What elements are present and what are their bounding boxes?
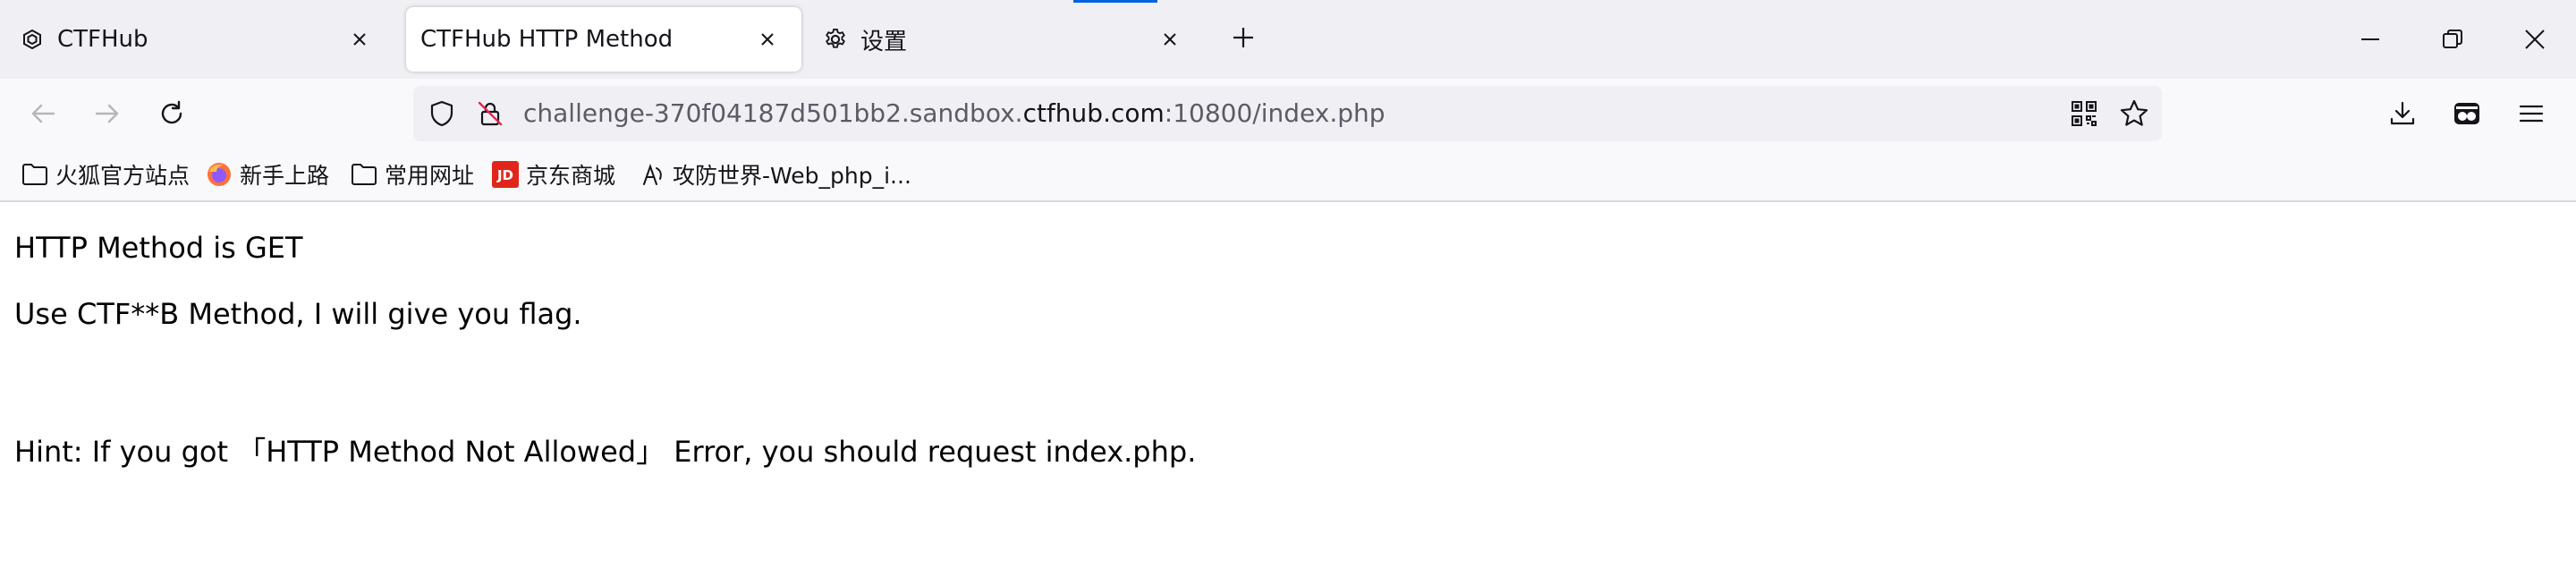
url-host: ctfhub.com: [1022, 98, 1165, 128]
close-window-button[interactable]: [2494, 0, 2576, 79]
tab-ctfhub-http-method[interactable]: CTFHub HTTP Method: [406, 7, 801, 72]
qr-code-icon[interactable]: [2064, 94, 2104, 133]
tab-title: CTFHub: [57, 26, 148, 53]
bookmark-label: 新手上路: [240, 163, 330, 189]
jd-icon: JD: [492, 161, 519, 188]
url-suffix: :10800/index.php: [1164, 98, 1385, 128]
instruction-line: Use CTF**B Method, I will give you flag.: [14, 297, 582, 331]
tab-title: 设置: [860, 28, 908, 55]
folder-icon: [21, 161, 48, 188]
ctfhub-favicon-icon: [20, 27, 45, 52]
firefox-icon: [206, 161, 233, 188]
back-button[interactable]: [18, 89, 68, 139]
minimize-button[interactable]: [2329, 0, 2411, 79]
bookmark-label: 常用网址: [385, 163, 475, 189]
bookmark-jd[interactable]: JD 京东商城: [492, 156, 615, 193]
tab-loading-indicator: [1073, 0, 1157, 3]
bookmark-label: 火狐官方站点: [55, 163, 191, 189]
close-tab-icon[interactable]: [1152, 21, 1188, 57]
adworld-icon: [639, 161, 665, 188]
bookmark-getting-started[interactable]: 新手上路: [206, 156, 329, 193]
http-method-line: HTTP Method is GET: [14, 231, 303, 265]
gear-icon: [823, 27, 848, 52]
tab-strip: CTFHub CTFHub HTTP Method 设置: [0, 0, 2576, 79]
bookmark-common-sites[interactable]: 常用网址: [351, 156, 474, 193]
extension-icon[interactable]: [2442, 89, 2492, 139]
svg-text:JD: JD: [496, 167, 513, 183]
tab-settings[interactable]: 设置: [803, 7, 1204, 72]
bookmarks-toolbar: 火狐官方站点 新手上路 常用网址 JD 京东商城 攻防世界-Web_php_i.…: [0, 148, 2576, 202]
tab-ctfhub[interactable]: CTFHub: [0, 7, 394, 72]
url-prefix: challenge-370f04187d501bb2.sandbox.: [523, 98, 1023, 128]
tracking-protection-shield-icon[interactable]: [422, 94, 462, 133]
bookmark-adworld[interactable]: 攻防世界-Web_php_i...: [639, 156, 911, 193]
navigation-toolbar: challenge-370f04187d501bb2.sandbox.ctfhu…: [0, 79, 2576, 148]
bookmark-label: 攻防世界-Web_php_i...: [673, 163, 911, 189]
url-bar[interactable]: challenge-370f04187d501bb2.sandbox.ctfhu…: [413, 86, 2162, 141]
insecure-lock-icon[interactable]: [470, 94, 510, 133]
restore-button[interactable]: [2411, 0, 2494, 79]
bookmark-label: 京东商城: [526, 163, 616, 189]
url-text[interactable]: challenge-370f04187d501bb2.sandbox.ctfhu…: [523, 86, 1385, 141]
tab-title: CTFHub HTTP Method: [420, 26, 674, 53]
bookmark-star-icon[interactable]: [2114, 94, 2154, 133]
reload-button[interactable]: [147, 89, 197, 139]
folder-icon: [351, 161, 377, 188]
forward-button[interactable]: [82, 89, 132, 139]
menu-hamburger-icon[interactable]: [2506, 89, 2556, 139]
close-tab-icon[interactable]: [342, 21, 377, 57]
new-tab-button[interactable]: [1224, 18, 1263, 57]
close-tab-icon[interactable]: [750, 21, 785, 57]
hint-line: Hint: If you got 「HTTP Method Not Allowe…: [14, 435, 1197, 469]
bookmark-firefox-official[interactable]: 火狐官方站点: [21, 156, 190, 193]
downloads-button[interactable]: [2377, 89, 2428, 139]
